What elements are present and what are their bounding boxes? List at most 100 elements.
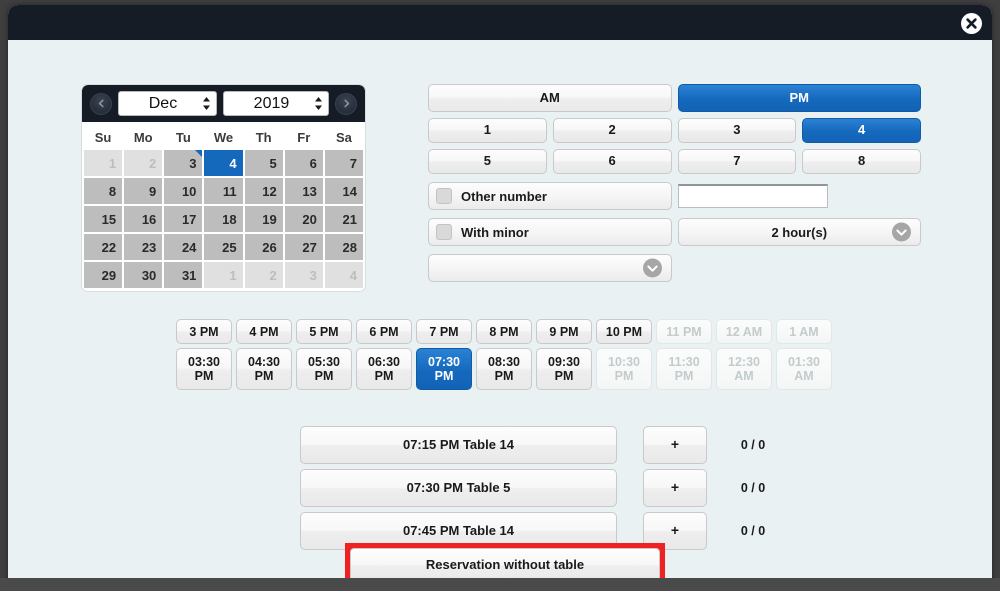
calendar-day-cell[interactable]: 3: [164, 150, 203, 176]
other-number-input[interactable]: [677, 184, 828, 208]
party-size-button-7[interactable]: 7: [677, 149, 797, 174]
hour-tab[interactable]: 4 PM: [236, 319, 292, 344]
calendar-day-cell[interactable]: 28: [324, 234, 363, 260]
calendar-day-cell[interactable]: 19: [244, 206, 283, 232]
half-hour-tab-meridiem: AM: [794, 369, 814, 383]
hour-tab[interactable]: 6 PM: [356, 319, 412, 344]
calendar-day-cell: 1: [84, 150, 123, 176]
half-hour-tab[interactable]: 07:30 PM: [416, 348, 472, 390]
calendar-day-number: 6: [309, 155, 317, 171]
half-hour-tab[interactable]: 03:30 PM: [176, 348, 232, 390]
half-hour-tab-meridiem: PM: [494, 369, 514, 383]
calendar-day-cell[interactable]: 6: [284, 150, 323, 176]
hour-tab[interactable]: 5 PM: [296, 319, 352, 344]
checkbox-unchecked-icon[interactable]: [436, 224, 452, 240]
calendar-day-cell[interactable]: 4: [204, 150, 243, 176]
add-table-button[interactable]: +: [643, 469, 707, 507]
spinner-updown-icon: [201, 95, 212, 112]
table-slot-button[interactable]: 07:30 PM Table 5: [300, 469, 617, 507]
half-hour-tab[interactable]: 09:30 PM: [536, 348, 592, 390]
calendar-day-number: 15: [101, 211, 117, 227]
year-select[interactable]: 2019: [222, 91, 330, 116]
hour-tab[interactable]: 8 PM: [476, 319, 532, 344]
calendar-day-cell[interactable]: 7: [324, 150, 363, 176]
calendar-day-cell[interactable]: 5: [244, 150, 283, 176]
pm-button[interactable]: PM: [677, 84, 921, 112]
party-size-button-3[interactable]: 3: [677, 118, 797, 143]
party-size-button-6[interactable]: 6: [552, 149, 672, 174]
table-row: 07:30 PM Table 5 +0 / 0: [300, 469, 789, 507]
table-slot-button[interactable]: 07:15 PM Table 14: [300, 426, 617, 464]
party-size-row-1: 1234: [428, 118, 921, 143]
calendar-day-cell: 4: [324, 262, 363, 288]
hour-tab[interactable]: 10 PM: [596, 319, 652, 344]
party-size-button-4[interactable]: 4: [802, 118, 921, 143]
calendar-day-cell[interactable]: 22: [84, 234, 123, 260]
half-hour-tab[interactable]: 04:30 PM: [236, 348, 292, 390]
calendar-day-cell[interactable]: 20: [284, 206, 323, 232]
with-minor-row: With minor 2 hour(s): [428, 218, 921, 246]
party-size-button-5[interactable]: 5: [428, 149, 547, 174]
calendar-day-cell[interactable]: 10: [164, 178, 203, 204]
calendar-dow-we: We: [213, 130, 234, 145]
am-button[interactable]: AM: [428, 84, 672, 112]
calendar-day-number: 3: [189, 155, 197, 171]
chevron-left-icon[interactable]: [90, 92, 112, 115]
calendar-day-cell[interactable]: 21: [324, 206, 363, 232]
calendar-day-cell[interactable]: 25: [204, 234, 243, 260]
spinner-updown-icon: [313, 95, 324, 112]
with-minor-checkbox-row[interactable]: With minor: [428, 218, 672, 246]
calendar-day-cell[interactable]: 26: [244, 234, 283, 260]
calendar-day-cell[interactable]: 16: [124, 206, 163, 232]
party-size-button-8[interactable]: 8: [802, 149, 921, 174]
calendar-day-cell[interactable]: 24: [164, 234, 203, 260]
half-hour-tab[interactable]: 05:30 PM: [296, 348, 352, 390]
half-hour-tab-meridiem: PM: [254, 369, 274, 383]
half-hour-tab[interactable]: 08:30 PM: [476, 348, 532, 390]
party-size-button-2[interactable]: 2: [552, 118, 672, 143]
calendar-day-cell[interactable]: 15: [84, 206, 123, 232]
chevron-down-circle-icon: [892, 222, 911, 242]
calendar-day-cell[interactable]: 8: [84, 178, 123, 204]
calendar-day-number: 2: [269, 267, 277, 283]
month-select[interactable]: Dec: [118, 91, 217, 116]
calendar-day-number: 19: [262, 211, 277, 227]
calendar-day-cell[interactable]: 23: [124, 234, 163, 260]
half-hour-tab-meridiem: PM: [434, 369, 454, 383]
dialog-body: Dec 2019 Su Mo Tu We Th Fr Sa 1 2 3 4 5 …: [8, 40, 992, 583]
hour-tab[interactable]: 9 PM: [536, 319, 592, 344]
half-hour-tab-time: 06:30: [368, 355, 400, 369]
calendar-day-cell[interactable]: 17: [164, 206, 203, 232]
table-seat-count: 0 / 0: [740, 524, 766, 538]
other-number-checkbox-row[interactable]: Other number: [428, 182, 672, 210]
calendar-day-number: 23: [141, 239, 157, 255]
chevron-right-icon[interactable]: [335, 92, 358, 115]
close-icon[interactable]: [961, 13, 982, 34]
minor-count-select[interactable]: [428, 254, 672, 282]
year-value: 2019: [253, 94, 290, 112]
calendar-day-cell[interactable]: 11: [204, 178, 243, 204]
add-table-button[interactable]: +: [643, 426, 707, 464]
duration-select[interactable]: 2 hour(s): [677, 218, 921, 246]
half-hour-tab-meridiem: PM: [554, 369, 574, 383]
calendar-day-cell[interactable]: 14: [324, 178, 363, 204]
party-size-button-1[interactable]: 1: [428, 118, 547, 143]
calendar-day-cell[interactable]: 12: [244, 178, 283, 204]
calendar-day-cell[interactable]: 18: [204, 206, 243, 232]
hour-tab[interactable]: 7 PM: [416, 319, 472, 344]
half-hour-tab[interactable]: 06:30 PM: [356, 348, 412, 390]
minor-select-row: [428, 254, 921, 282]
calendar-day-cell[interactable]: 9: [124, 178, 163, 204]
calendar-day-cell[interactable]: 31: [164, 262, 203, 288]
calendar-day-cell[interactable]: 30: [124, 262, 163, 288]
calendar-day-cell[interactable]: 13: [284, 178, 323, 204]
calendar-day-cell[interactable]: 27: [284, 234, 323, 260]
other-number-row: Other number: [428, 182, 921, 210]
calendar-day-number: 1: [108, 155, 117, 171]
checkbox-unchecked-icon[interactable]: [436, 188, 452, 204]
calendar-day-headers: Su Mo Tu We Th Fr Sa: [82, 122, 365, 150]
hour-tab[interactable]: 3 PM: [176, 319, 232, 344]
calendar-day-cell[interactable]: 29: [84, 262, 123, 288]
calendar-dow-sa: Sa: [335, 130, 352, 145]
calendar-day-number: 22: [101, 239, 117, 255]
